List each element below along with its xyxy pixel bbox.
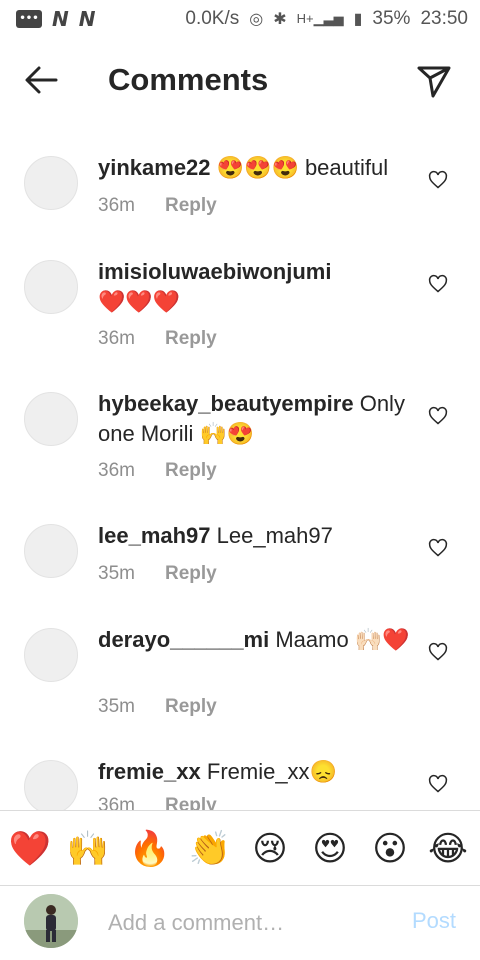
- clapping-hands-emoji-button[interactable]: 👏: [188, 827, 232, 871]
- page-title: Comments: [108, 62, 269, 97]
- avatar[interactable]: [24, 628, 78, 682]
- comment-meta: 36m Reply: [98, 328, 217, 350]
- reply-button[interactable]: Reply: [165, 195, 217, 217]
- profile-photo-icon: [24, 894, 78, 948]
- notification-n-icon: N: [78, 7, 96, 31]
- avatar[interactable]: [24, 392, 78, 446]
- comment-username[interactable]: imisioluwaebiwonjumi: [98, 259, 331, 284]
- clock: 23:50: [420, 8, 468, 29]
- header: Comments: [0, 38, 480, 122]
- comment-body: 😍😍😍 beautiful: [216, 155, 389, 180]
- bluetooth-icon: ✱: [273, 11, 287, 28]
- comment-text: lee_mah97 Lee_mah97: [98, 521, 416, 551]
- comment-meta: 36m Reply: [98, 195, 217, 217]
- reply-button[interactable]: Reply: [165, 563, 217, 585]
- reply-button[interactable]: Reply: [165, 696, 217, 718]
- comment-time: 35m: [98, 563, 135, 584]
- avatar[interactable]: [24, 524, 78, 578]
- like-heart-icon[interactable]: [428, 642, 448, 662]
- comment-body: Lee_mah97: [216, 523, 333, 548]
- like-heart-icon[interactable]: [428, 774, 448, 794]
- status-bar: ••• N N 0.0K/s ◎ ✱ H+▁▃▅ ▮ 35% 23:50: [0, 0, 480, 38]
- comment-text: imisioluwaebiwonjumi ❤️❤️❤️: [98, 257, 416, 317]
- avatar[interactable]: [24, 260, 78, 314]
- notification-n-icon: N: [52, 7, 69, 31]
- signal-icon: H+▁▃▅: [296, 11, 344, 26]
- comment-time: 36m: [98, 195, 135, 216]
- comment-meta: 35m Reply: [98, 696, 217, 718]
- hotspot-icon: ◎: [249, 11, 264, 28]
- comment-username[interactable]: derayo______mi: [98, 627, 269, 652]
- heart-emoji-button[interactable]: ❤️: [8, 827, 52, 871]
- surprised-face-emoji-button[interactable]: 😮: [368, 827, 412, 871]
- comment-text: derayo______mi Maamo 🙌🏻❤️: [98, 625, 416, 655]
- like-heart-icon[interactable]: [428, 538, 448, 558]
- comment-username[interactable]: hybeekay_beautyempire: [98, 391, 354, 416]
- battery-level: 35%: [372, 8, 411, 29]
- avatar[interactable]: [24, 760, 78, 810]
- tears-of-joy-emoji-button[interactable]: 😂: [426, 827, 470, 871]
- comments-list[interactable]: yinkame22 😍😍😍 beautiful 36m Reply imisiol…: [0, 140, 480, 810]
- comment-body: ❤️❤️❤️: [98, 289, 181, 314]
- reply-button[interactable]: Reply: [165, 328, 217, 350]
- comment-text: fremie_xx Fremie_xx😞: [98, 757, 416, 787]
- comment-username[interactable]: fremie_xx: [98, 759, 201, 784]
- fire-emoji-button[interactable]: 🔥: [128, 827, 172, 871]
- avatar[interactable]: [24, 156, 78, 210]
- raised-hands-emoji-button[interactable]: 🙌: [66, 827, 110, 871]
- my-avatar: [24, 894, 78, 948]
- like-heart-icon[interactable]: [428, 406, 448, 426]
- reply-button[interactable]: Reply: [165, 460, 217, 482]
- comment-meta: 36m Reply: [98, 460, 217, 482]
- battery-icon: ▮: [353, 11, 363, 28]
- emoji-reaction-bar: ❤️ 🙌 🔥 👏 😢 😍 😮 😂: [0, 810, 480, 886]
- message-icon: •••: [16, 10, 42, 28]
- comment-time: 36m: [98, 328, 135, 349]
- comment-body: Maamo 🙌🏻❤️: [275, 627, 410, 652]
- comment-username[interactable]: yinkame22: [98, 155, 211, 180]
- crying-face-emoji-button[interactable]: 😢: [248, 827, 292, 871]
- send-icon[interactable]: [414, 60, 454, 100]
- comment-meta: 36m Reply: [98, 795, 217, 810]
- like-heart-icon[interactable]: [428, 170, 448, 190]
- comment-composer: Post: [0, 886, 480, 960]
- comment-text: hybeekay_beautyempire Only one Morili 🙌😍: [98, 389, 416, 449]
- comment-text: yinkame22 😍😍😍 beautiful: [98, 153, 416, 183]
- comment-time: 36m: [98, 795, 135, 810]
- comment-meta: 35m Reply: [98, 563, 217, 585]
- post-button[interactable]: Post: [412, 908, 456, 934]
- heart-eyes-emoji-button[interactable]: 😍: [308, 827, 352, 871]
- comment-username[interactable]: lee_mah97: [98, 523, 211, 548]
- network-speed: 0.0K/s: [185, 8, 240, 29]
- back-arrow-icon[interactable]: [22, 60, 62, 100]
- comment-input[interactable]: [108, 906, 388, 940]
- reply-button[interactable]: Reply: [165, 795, 217, 810]
- like-heart-icon[interactable]: [428, 274, 448, 294]
- comment-body: Fremie_xx😞: [206, 759, 337, 784]
- comment-time: 35m: [98, 696, 135, 717]
- comment-time: 36m: [98, 460, 135, 481]
